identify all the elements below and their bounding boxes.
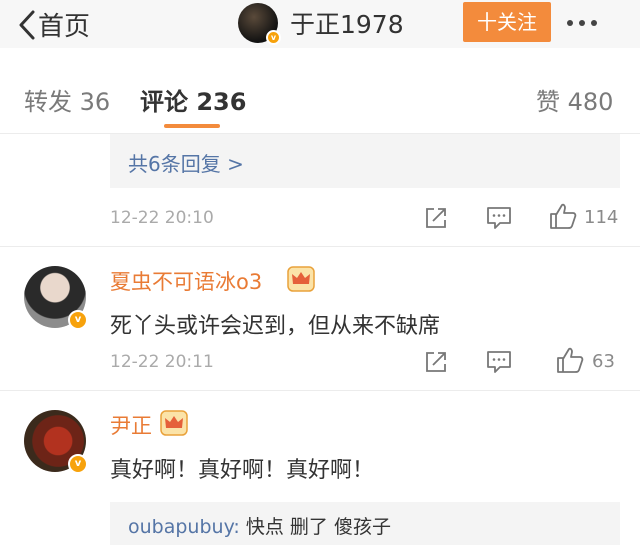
tab-likes[interactable]: 赞 480: [536, 82, 613, 117]
comment-icon[interactable]: [486, 350, 512, 374]
back-label: 首页: [38, 12, 91, 42]
tab-bar: 转发 36 评论 236 赞 480: [0, 60, 640, 134]
tab-repost[interactable]: 转发 36: [24, 82, 110, 117]
profile-header[interactable]: v 于正1978: [238, 3, 404, 45]
active-tab-indicator: [164, 124, 220, 128]
back-button[interactable]: 首页: [18, 6, 90, 43]
comment-text: 死丫头或许会迟到，但从来不缺席: [110, 314, 441, 339]
comment-time: 12-22 20:11: [110, 352, 214, 372]
divider: [0, 390, 640, 391]
verified-icon: v: [68, 310, 88, 330]
replies-box: oubapubuy: 快点 删了 傻孩子: [110, 502, 620, 545]
chevron-left-icon: [19, 10, 35, 39]
share-icon[interactable]: [424, 350, 448, 374]
replies-box: 共6条回复 >: [110, 134, 620, 188]
crown-icon: [160, 410, 188, 436]
reply-text: 快点 删了 傻孩子: [245, 516, 391, 538]
crown-icon: [287, 266, 315, 292]
user-name[interactable]: 于正1978: [290, 5, 404, 41]
top-nav-bar: 首页 v 于正1978 十关注: [0, 0, 640, 48]
avatar[interactable]: v: [238, 3, 281, 45]
verified-icon: v: [266, 30, 281, 45]
tab-comments[interactable]: 评论 236: [140, 82, 246, 117]
share-icon[interactable]: [424, 206, 448, 230]
thumbs-up-icon[interactable]: [549, 202, 577, 230]
more-dots-icon[interactable]: [567, 20, 597, 26]
verified-icon: v: [68, 454, 88, 474]
comment-username[interactable]: 尹正: [110, 410, 152, 440]
comment-time: 12-22 20:10: [110, 208, 214, 228]
comment-text: 真好啊！真好啊！真好啊！: [110, 458, 375, 483]
thumbs-up-icon[interactable]: [556, 346, 584, 374]
more-replies-link[interactable]: 共6条回复 >: [128, 148, 244, 177]
like-count: 63: [592, 351, 615, 372]
reply-username[interactable]: oubapubuy:: [128, 516, 240, 538]
comment-icon[interactable]: [486, 206, 512, 230]
reply-item[interactable]: oubapubuy: 快点 删了 傻孩子: [128, 512, 391, 539]
follow-button[interactable]: 十关注: [463, 2, 551, 42]
comment-username[interactable]: 夏虫不可语冰o3: [110, 266, 262, 296]
like-count: 114: [584, 207, 619, 228]
divider: [0, 246, 640, 247]
